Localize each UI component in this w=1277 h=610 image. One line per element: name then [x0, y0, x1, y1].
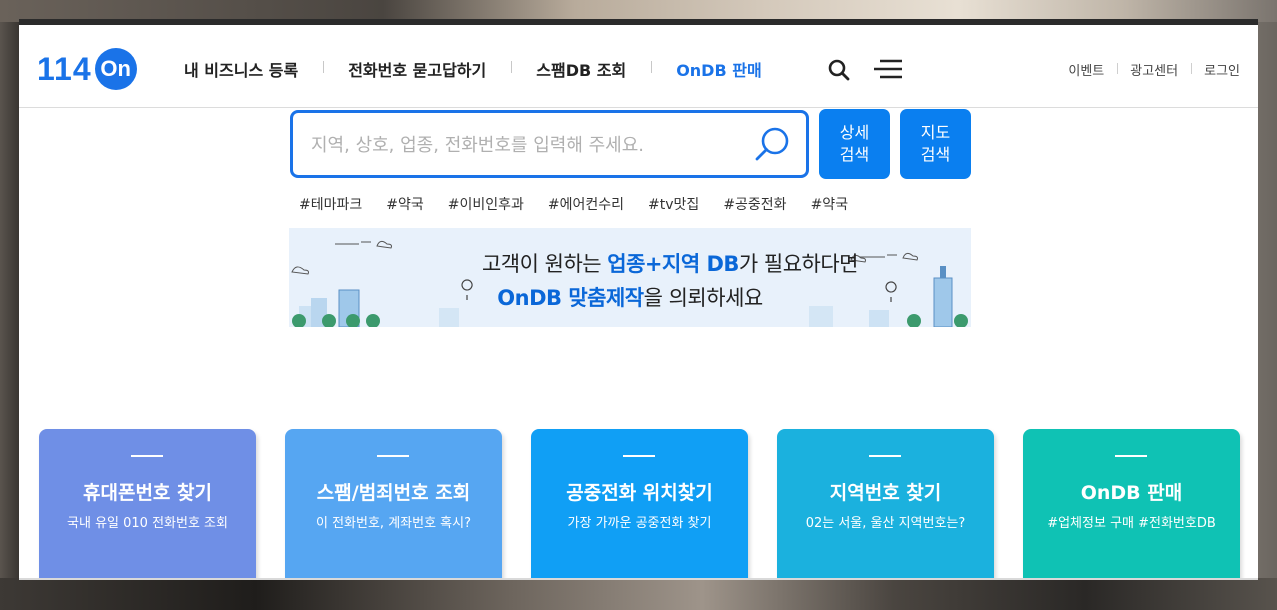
util-ad-center[interactable]: 광고센터 [1117, 60, 1191, 79]
nav-phone-qna[interactable]: 전화번호 묻고답하기 [323, 57, 511, 81]
banner-text-part: 을 의뢰하세요 [643, 286, 764, 310]
logo-114on[interactable]: 114 On [37, 48, 137, 90]
search-icon[interactable] [827, 58, 851, 82]
banner-text-part: 가 필요하다면 [738, 252, 859, 276]
utility-links: 이벤트 광고센터 로그인 [1055, 60, 1240, 79]
logo-number: 114 [37, 50, 92, 87]
nav-spam-db[interactable]: 스팸DB 조회 [511, 57, 651, 81]
card-spam-lookup[interactable]: 스팸/범죄번호 조회 이 전화번호, 계좌번호 혹시? [285, 429, 502, 578]
util-login[interactable]: 로그인 [1191, 60, 1240, 79]
card-title: OnDB 판매 [1080, 482, 1183, 504]
site-header: 114 On 내 비즈니스 등록 전화번호 묻고답하기 스팸DB 조회 OnDB… [19, 25, 1258, 108]
banner-highlight: OnDB 맞춤제작 [497, 286, 644, 310]
card-area-code-search[interactable]: 지역번호 찾기 02는 서울, 울산 지역번호는? [777, 429, 994, 578]
search-box [290, 110, 809, 178]
tag-item[interactable]: #테마파크 [299, 194, 362, 214]
nav-ondb-sale[interactable]: OnDB 판매 [651, 57, 786, 81]
card-dash [131, 455, 163, 457]
browser-page: 114 On 내 비즈니스 등록 전화번호 묻고답하기 스팸DB 조회 OnDB… [19, 25, 1258, 578]
card-title: 공중전화 위치찾기 [566, 482, 713, 504]
search-submit-icon[interactable] [754, 125, 792, 163]
card-dash [1115, 455, 1147, 457]
tag-item[interactable]: #약국 [811, 194, 849, 214]
card-ondb-sale[interactable]: OnDB 판매 #업체정보 구매 #전화번호DB [1023, 429, 1240, 578]
tag-item[interactable]: #에어컨수리 [548, 194, 624, 214]
banner-line1: 고객이 원하는 업종+지역 DB가 필요하다면 [289, 248, 971, 278]
detail-search-button[interactable]: 상세 검색 [819, 109, 890, 179]
logo-on-badge: On [94, 48, 137, 90]
card-subtitle: 국내 유일 010 전화번호 조회 [67, 516, 228, 531]
card-subtitle: #업체정보 구매 #전화번호DB [1047, 516, 1216, 531]
card-dash [869, 455, 901, 457]
detail-search-label: 상세 검색 [839, 123, 870, 164]
search-input[interactable] [311, 132, 731, 158]
tag-item[interactable]: #이비인후과 [448, 194, 524, 214]
card-title: 휴대폰번호 찾기 [83, 482, 212, 504]
nav-business-register[interactable]: 내 비즈니스 등록 [164, 57, 323, 81]
background-bottom [0, 578, 1277, 610]
map-search-label: 지도 검색 [920, 123, 951, 164]
card-subtitle: 02는 서울, 울산 지역번호는? [805, 516, 966, 531]
util-event[interactable]: 이벤트 [1055, 60, 1117, 79]
card-dash [377, 455, 409, 457]
banner-line2: OnDB 맞춤제작을 의뢰하세요 [289, 282, 971, 312]
main-nav: 내 비즈니스 등록 전화번호 묻고답하기 스팸DB 조회 OnDB 판매 [164, 57, 787, 81]
tag-item[interactable]: #tv맛집 [648, 194, 699, 214]
banner-text-part: 고객이 원하는 [481, 252, 608, 276]
card-subtitle: 가장 가까운 공중전화 찾기 [567, 516, 712, 531]
popular-tags: #테마파크 #약국 #이비인후과 #에어컨수리 #tv맛집 #공중전화 #약국 [299, 194, 872, 214]
tag-item[interactable]: #약국 [386, 194, 424, 214]
card-payphone-locator[interactable]: 공중전화 위치찾기 가장 가까운 공중전화 찾기 [531, 429, 748, 578]
map-search-button[interactable]: 지도 검색 [900, 109, 971, 179]
card-mobile-number-search[interactable]: 휴대폰번호 찾기 국내 유일 010 전화번호 조회 [39, 429, 256, 578]
banner-highlight: 업종+지역 DB [607, 252, 739, 276]
card-subtitle: 이 전화번호, 계좌번호 혹시? [316, 516, 471, 531]
card-title: 지역번호 찾기 [829, 482, 942, 504]
ondb-banner[interactable]: 고객이 원하는 업종+지역 DB가 필요하다면 OnDB 맞춤제작을 의뢰하세요 [289, 228, 971, 327]
window-bottom-border [19, 578, 1258, 580]
card-dash [623, 455, 655, 457]
menu-icon[interactable] [874, 58, 904, 80]
card-title: 스팸/범죄번호 조회 [316, 482, 471, 504]
tag-item[interactable]: #공중전화 [723, 194, 786, 214]
